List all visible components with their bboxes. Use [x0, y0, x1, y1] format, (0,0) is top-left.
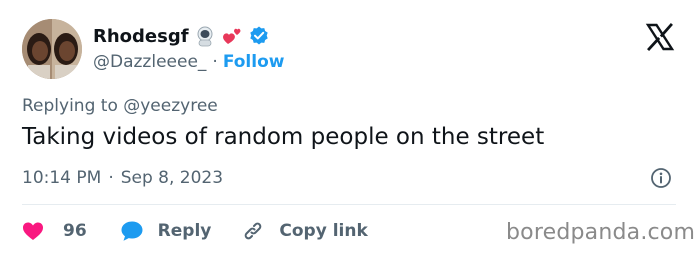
like-count: 96 — [63, 221, 87, 241]
follow-button[interactable]: Follow — [223, 52, 285, 72]
heart-icon — [23, 222, 43, 240]
speech-bubble-icon — [121, 221, 143, 241]
tweet-timestamp[interactable]: 10:14 PM · Sep 8, 2023 — [22, 168, 223, 188]
replying-to: Replying to @yeezyree — [22, 96, 218, 116]
handle-separator: · — [212, 52, 218, 72]
two-hearts-emoji-icon — [222, 28, 241, 44]
x-logo-icon[interactable] — [645, 22, 675, 52]
author-handle[interactable]: @Dazzleeee_ — [93, 52, 206, 72]
reply-button[interactable]: Reply — [120, 220, 212, 242]
copy-link-button[interactable]: Copy link — [241, 219, 368, 243]
watermark: boredpanda.com — [506, 220, 696, 245]
avatar-image — [22, 19, 82, 79]
reply-label: Reply — [157, 221, 212, 241]
astronaut-emoji-icon — [197, 26, 213, 47]
copy-link-label: Copy link — [279, 221, 368, 241]
info-icon[interactable] — [650, 167, 672, 189]
like-button[interactable]: 96 — [22, 221, 87, 241]
meta-separator: · — [108, 168, 114, 188]
author-display-name[interactable]: Rhodesgf — [93, 26, 189, 47]
avatar[interactable] — [22, 19, 82, 79]
link-icon — [245, 222, 262, 240]
verified-badge-icon — [249, 26, 268, 45]
divider — [22, 204, 676, 205]
tweet-text: Taking videos of random people on the st… — [22, 124, 545, 150]
tweet-date: Sep 8, 2023 — [120, 168, 224, 188]
action-bar: 96 Reply Copy link — [22, 218, 368, 244]
tweet-time: 10:14 PM — [22, 168, 102, 188]
